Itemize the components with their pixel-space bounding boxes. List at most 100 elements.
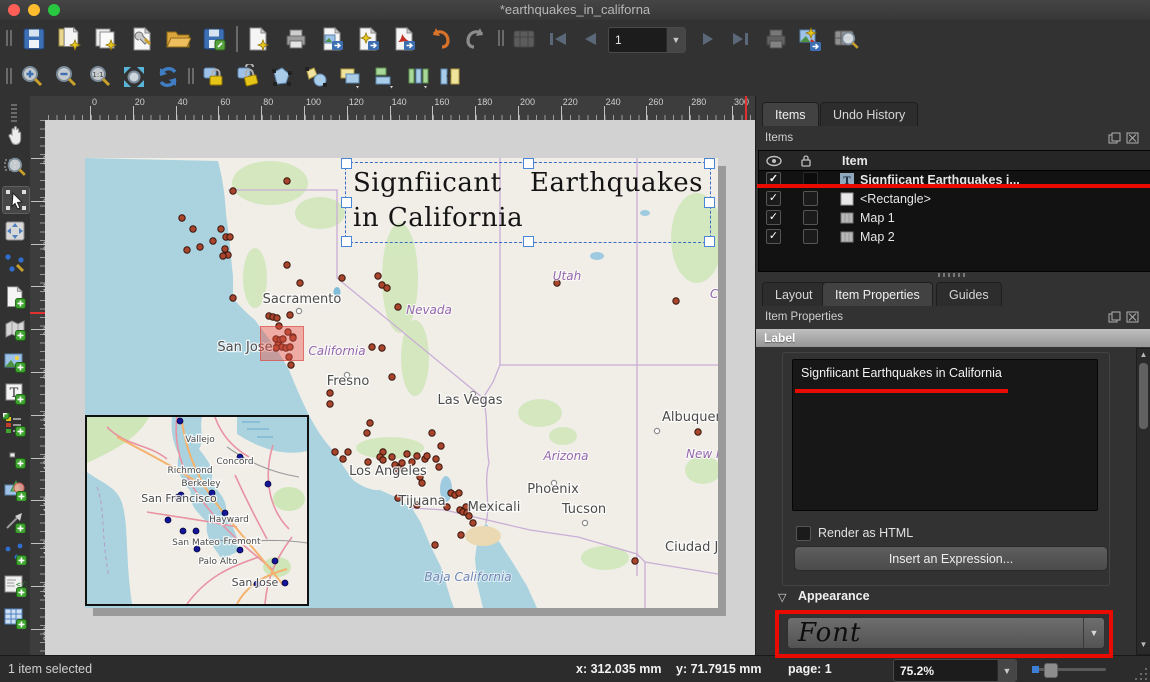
lock-items-button[interactable] — [200, 63, 228, 91]
lock-checkbox[interactable] — [803, 229, 818, 244]
unlock-all-button[interactable] — [234, 63, 262, 91]
open-layout-button[interactable] — [164, 25, 192, 53]
tab-layout[interactable]: Layout — [762, 282, 826, 306]
label-section-header[interactable]: Label — [756, 329, 1150, 347]
resize-handle[interactable] — [704, 158, 715, 169]
tab-items[interactable]: Items — [762, 102, 819, 126]
redo-button[interactable] — [462, 25, 490, 53]
atlas-preview-button[interactable] — [832, 25, 860, 53]
lock-checkbox[interactable] — [803, 210, 818, 225]
chevron-down-icon[interactable]: ▼ — [997, 660, 1016, 681]
add-picture-button[interactable] — [2, 348, 28, 374]
new-layout-button[interactable] — [56, 25, 84, 53]
close-dock-icon[interactable] — [1126, 311, 1139, 323]
add-map-button[interactable] — [2, 316, 28, 342]
distribute-items-button[interactable] — [404, 63, 432, 91]
float-dock-icon[interactable] — [1108, 132, 1121, 144]
resize-handle[interactable] — [341, 158, 352, 169]
ungroup-items-button[interactable] — [302, 63, 330, 91]
add-legend-button[interactable] — [2, 412, 28, 438]
toolbar-grip[interactable] — [6, 68, 14, 84]
close-dock-icon[interactable] — [1126, 132, 1139, 144]
add-html-button[interactable]: </> — [2, 572, 28, 598]
extent-rectangle-item[interactable] — [260, 326, 304, 361]
toolbar-grip[interactable] — [11, 104, 17, 122]
appearance-section-label[interactable]: Appearance — [798, 589, 870, 603]
layout-page[interactable]: SacramentoSan JoseFresnoLas VegasLos Ang… — [85, 158, 718, 608]
export-svg-button[interactable] — [354, 25, 382, 53]
export-image-button[interactable] — [318, 25, 346, 53]
zoom-level-combobox[interactable]: 75.2% ▼ — [893, 659, 1017, 682]
item-row-rectangle[interactable]: ✓ <Rectangle> — [759, 189, 1150, 208]
properties-scrollbar[interactable]: ▲ ▼ — [1136, 348, 1150, 655]
atlas-page-combobox[interactable]: 1 ▼ — [608, 27, 686, 53]
add-shape-button[interactable] — [2, 476, 28, 502]
save-layout-button[interactable] — [200, 25, 228, 53]
zoom-full-button[interactable] — [120, 63, 148, 91]
insert-expression-button[interactable]: Insert an Expression... — [794, 546, 1108, 571]
resize-handle[interactable] — [523, 158, 534, 169]
move-content-tool-button[interactable] — [2, 218, 28, 244]
add-page-button[interactable] — [2, 284, 28, 310]
resize-handle[interactable] — [341, 236, 352, 247]
visibility-checkbox[interactable]: ✓ — [766, 191, 781, 206]
resize-items-button[interactable] — [436, 63, 464, 91]
toolbar-grip[interactable] — [188, 68, 196, 84]
toolbar-grip[interactable] — [498, 30, 506, 46]
save-project-button[interactable] — [20, 25, 48, 53]
zoom-in-button[interactable] — [18, 63, 46, 91]
scroll-up-icon[interactable]: ▲ — [1137, 349, 1150, 361]
tab-item-properties[interactable]: Item Properties — [822, 282, 933, 306]
align-items-button[interactable] — [370, 63, 398, 91]
layout-canvas[interactable]: SacramentoSan JoseFresnoLas VegasLos Ang… — [45, 120, 755, 655]
add-pages-button[interactable] — [244, 25, 272, 53]
add-scalebar-button[interactable] — [2, 444, 28, 470]
scrollbar-thumb[interactable] — [1139, 363, 1148, 429]
map-title-label-item[interactable]: Signfiicant Earthquakes in California — [346, 163, 710, 242]
lock-checkbox[interactable] — [803, 191, 818, 206]
refresh-button[interactable] — [154, 63, 182, 91]
print-atlas-button[interactable] — [762, 25, 790, 53]
atlas-settings-button[interactable] — [510, 25, 538, 53]
pan-tool-button[interactable] — [2, 122, 28, 148]
resize-handle[interactable] — [523, 236, 534, 247]
add-label-button[interactable]: T — [2, 380, 28, 406]
toolbar-grip[interactable] — [6, 30, 14, 46]
resize-grip[interactable] — [1134, 667, 1148, 681]
collapse-triangle-icon[interactable]: ▽ — [778, 591, 786, 604]
label-text-input[interactable]: Signfiicant Earthquakes in California — [792, 359, 1098, 511]
edit-nodes-tool-button[interactable] — [2, 250, 28, 276]
render-as-html-checkbox[interactable] — [796, 526, 811, 541]
items-tree[interactable]: Item ✓ T Signfiicant Earthquakes i... ✓ … — [758, 150, 1150, 272]
resize-handle[interactable] — [704, 236, 715, 247]
layout-manager-button[interactable] — [128, 25, 156, 53]
map-item-inset[interactable]: VallejoConcordRichmondBerkeleySan Franci… — [85, 415, 309, 606]
export-pdf-button[interactable] — [390, 25, 418, 53]
add-node-item-button[interactable] — [2, 540, 28, 566]
float-dock-icon[interactable] — [1108, 311, 1121, 323]
select-move-item-tool-button[interactable] — [2, 186, 30, 214]
zoom-tool-button[interactable] — [2, 154, 28, 180]
add-arrow-button[interactable] — [2, 508, 28, 534]
zoom-slider-handle[interactable] — [1044, 663, 1058, 678]
duplicate-layout-button[interactable] — [92, 25, 120, 53]
print-button[interactable] — [282, 25, 310, 53]
add-attribute-table-button[interactable] — [2, 604, 28, 630]
raise-items-button[interactable] — [336, 63, 364, 91]
atlas-last-feature-button[interactable] — [726, 25, 754, 53]
resize-handle[interactable] — [704, 197, 715, 208]
undo-button[interactable] — [426, 25, 454, 53]
scroll-down-icon[interactable]: ▼ — [1137, 639, 1150, 651]
zoom-out-button[interactable] — [52, 63, 80, 91]
tab-undo-history[interactable]: Undo History — [820, 102, 918, 126]
atlas-previous-feature-button[interactable] — [576, 25, 604, 53]
item-row-map2[interactable]: ✓ Map 2 — [759, 227, 1150, 246]
group-items-button[interactable] — [268, 63, 296, 91]
zoom-actual-button[interactable]: 1:1 — [86, 63, 114, 91]
atlas-next-feature-button[interactable] — [694, 25, 722, 53]
atlas-first-feature-button[interactable] — [544, 25, 572, 53]
item-row-map1[interactable]: ✓ Map 1 — [759, 208, 1150, 227]
chevron-down-icon[interactable]: ▼ — [666, 28, 685, 52]
visibility-checkbox[interactable]: ✓ — [766, 210, 781, 225]
panel-splitter-handle[interactable] — [938, 273, 968, 277]
